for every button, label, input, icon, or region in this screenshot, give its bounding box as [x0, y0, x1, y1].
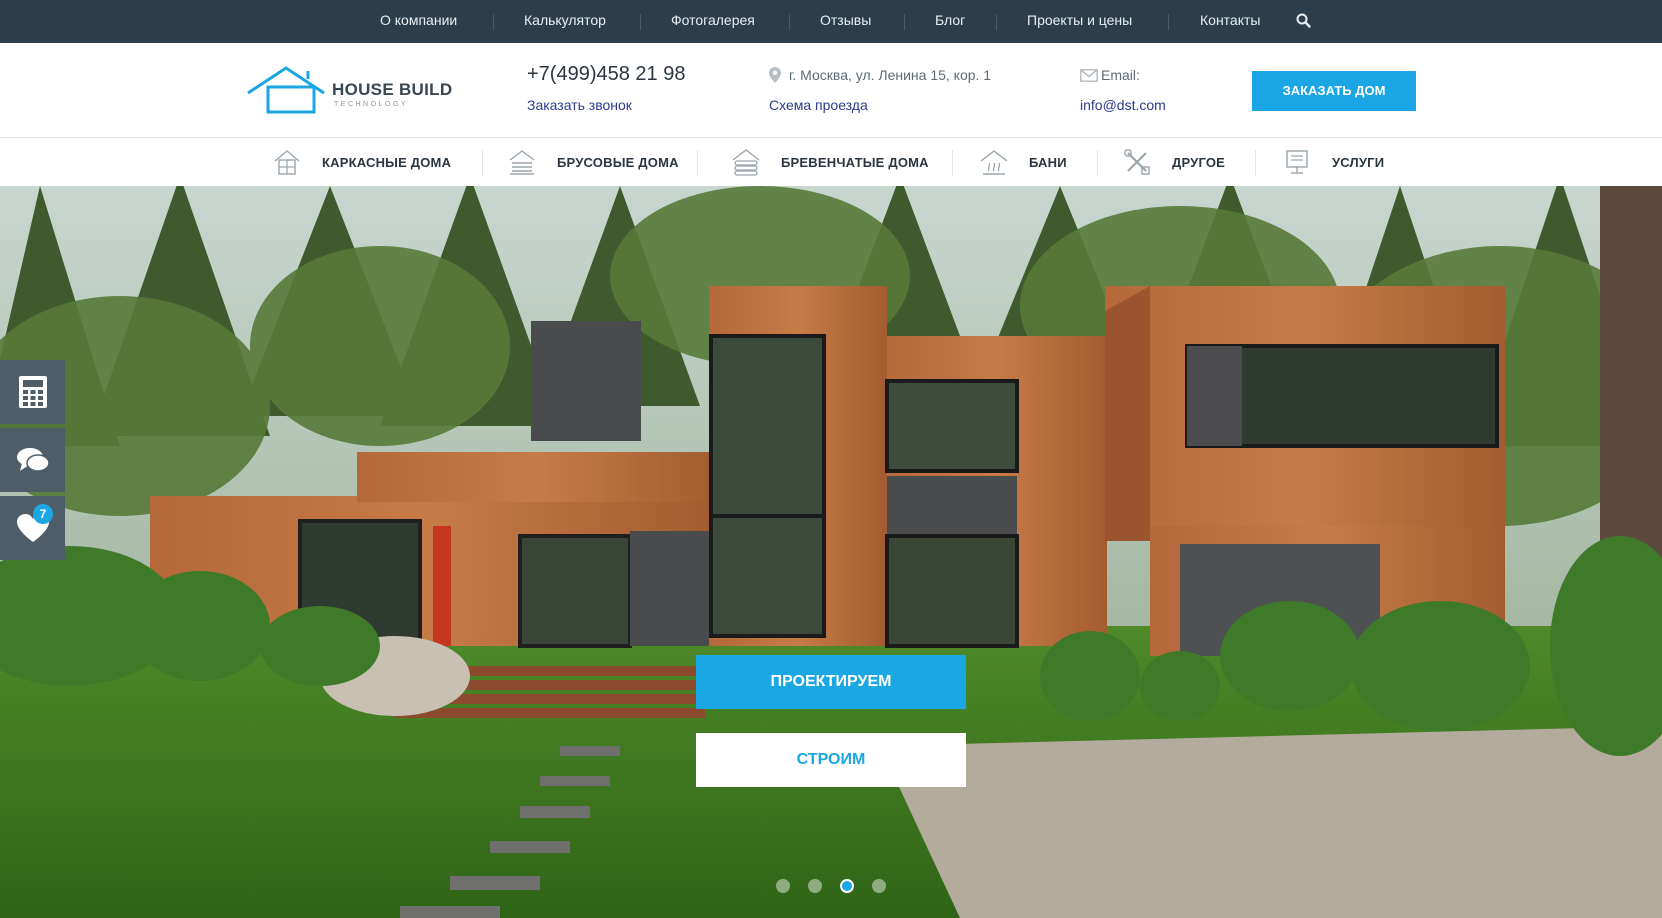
site-header: HOUSE BUILD TECHNOLOGY +7(499)458 21 98 …	[0, 43, 1662, 138]
phone-number: +7(499)458 21 98	[527, 63, 686, 85]
tools-icon	[1124, 149, 1150, 175]
topnav-item-reviews[interactable]: Отзывы	[820, 0, 871, 43]
category-frame-houses[interactable]: КАРКАСНЫЕ ДОМА	[272, 138, 451, 186]
favorites-widget[interactable]: 7	[0, 496, 65, 560]
category-divider	[482, 150, 483, 176]
topnav-divider	[904, 14, 905, 30]
design-button[interactable]: ПРОЕКТИРУЕМ	[696, 655, 966, 709]
category-divider	[1097, 150, 1098, 176]
topnav-divider	[789, 14, 790, 30]
slider-dot-active[interactable]	[840, 879, 854, 893]
category-label: ДРУГОЕ	[1172, 154, 1226, 170]
sauna-icon	[980, 150, 1008, 175]
topnav-divider	[640, 14, 641, 30]
category-divider	[697, 150, 698, 176]
category-log-houses[interactable]: БРЕВЕНЧАТЫЕ ДОМА	[731, 138, 929, 186]
category-saunas[interactable]: БАНИ	[979, 138, 1067, 186]
topnav-divider	[996, 14, 997, 30]
logo-title: HOUSE BUILD	[332, 80, 453, 99]
chat-widget[interactable]	[0, 428, 65, 492]
category-label: БРУСОВЫЕ ДОМА	[557, 154, 679, 170]
log-house-icon	[732, 149, 760, 176]
calculator-icon	[18, 376, 47, 408]
category-navigation: КАРКАСНЫЕ ДОМА БРУСОВЫЕ ДОМА БРЕВЕНЧАТЫЕ…	[0, 138, 1662, 186]
topnav-item-about[interactable]: О компании	[380, 0, 457, 43]
logo[interactable]: HOUSE BUILD TECHNOLOGY	[246, 65, 456, 115]
chat-icon	[16, 448, 50, 472]
hero-house-image	[0, 186, 1662, 918]
favorites-count-badge: 7	[33, 504, 53, 524]
category-label: УСЛУГИ	[1332, 154, 1385, 170]
topnav-divider	[1168, 14, 1169, 30]
envelope-icon	[1080, 69, 1098, 82]
calculator-widget[interactable]	[0, 360, 65, 424]
services-icon	[1286, 150, 1308, 174]
email-link[interactable]: info@dst.com	[1080, 97, 1166, 113]
map-pin-icon	[769, 67, 781, 83]
logo-subtitle: TECHNOLOGY	[334, 101, 409, 108]
topnav-item-gallery[interactable]: Фотогалерея	[671, 0, 755, 43]
category-services[interactable]: УСЛУГИ	[1282, 138, 1384, 186]
callback-link[interactable]: Заказать звонок	[527, 97, 632, 113]
category-label: КАРКАСНЫЕ ДОМА	[322, 154, 452, 170]
frame-house-icon	[274, 150, 300, 175]
build-button[interactable]: СТРОИМ	[696, 733, 966, 787]
topnav-divider	[493, 14, 494, 30]
search-icon[interactable]	[1295, 12, 1313, 30]
route-link[interactable]: Схема проезда	[769, 97, 868, 113]
category-other[interactable]: ДРУГОЕ	[1122, 138, 1225, 186]
house-logo-icon	[247, 66, 325, 114]
category-divider	[1255, 150, 1256, 176]
order-house-button[interactable]: ЗАКАЗАТЬ ДОМ	[1252, 71, 1416, 111]
category-label: БАНИ	[1029, 154, 1067, 170]
topnav-item-calculator[interactable]: Калькулятор	[524, 0, 606, 43]
category-divider	[952, 150, 953, 176]
category-label: БРЕВЕНЧАТЫЕ ДОМА	[781, 154, 929, 170]
category-timber-houses[interactable]: БРУСОВЫЕ ДОМА	[507, 138, 679, 186]
topnav-item-contacts[interactable]: Контакты	[1200, 0, 1260, 43]
topnav-item-blog[interactable]: Блог	[935, 0, 965, 43]
topnav-item-projects[interactable]: Проекты и цены	[1027, 0, 1132, 43]
timber-house-icon	[509, 150, 535, 175]
top-bar: О компании Калькулятор Фотогалерея Отзыв…	[0, 0, 1662, 43]
slider-dot[interactable]	[776, 879, 790, 893]
address: г. Москва, ул. Ленина 15, кор. 1	[789, 67, 992, 83]
hero-slider: 7 ПРОЕКТИРУЕМ СТРОИМ	[0, 186, 1662, 918]
slider-dot[interactable]	[872, 879, 886, 893]
slider-dot[interactable]	[808, 879, 822, 893]
email-label: Email:	[1101, 67, 1140, 83]
